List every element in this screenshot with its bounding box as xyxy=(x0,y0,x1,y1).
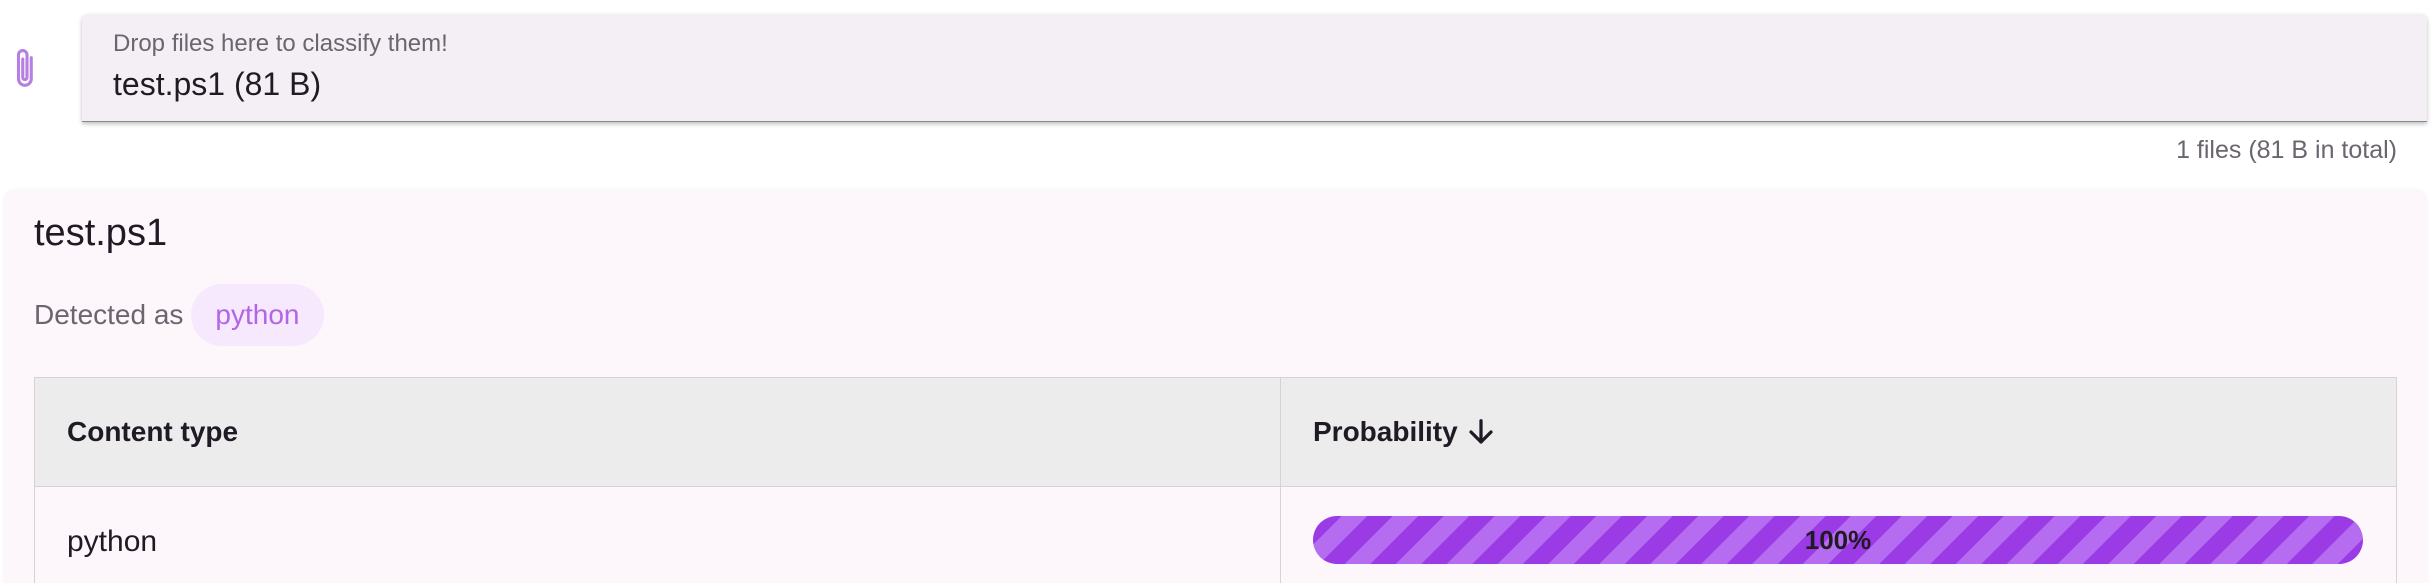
probability-cell: 100% xyxy=(1281,487,2396,583)
detected-row: Detected as python xyxy=(34,284,324,346)
drop-field-value: test.ps1 (81 B) xyxy=(113,66,322,102)
table-row: python 100% xyxy=(35,487,2396,583)
file-drop-field[interactable]: Drop files here to classify them! test.p… xyxy=(82,14,2427,122)
detected-type-chip: python xyxy=(191,284,324,346)
arrow-down-icon xyxy=(1469,419,1493,444)
probability-label: 100% xyxy=(1804,524,1872,555)
content-type-cell: python xyxy=(35,487,1281,583)
column-header-label: Probability xyxy=(1313,416,1458,447)
result-filename: test.ps1 xyxy=(34,212,168,254)
column-header-probability[interactable]: Probability xyxy=(1281,378,2396,486)
result-card: test.ps1 Detected as python Content type… xyxy=(4,190,2427,583)
detected-label: Detected as xyxy=(34,299,184,330)
column-header-label: Content type xyxy=(67,416,239,447)
paperclip-icon[interactable] xyxy=(10,46,44,92)
file-summary: 1 files (81 B in total) xyxy=(2176,136,2397,164)
probability-bar: 100% xyxy=(1313,516,2363,564)
table-header: Content type Probability xyxy=(35,378,2396,487)
column-header-content-type[interactable]: Content type xyxy=(35,378,1281,486)
page: Drop files here to classify them! test.p… xyxy=(0,0,2431,583)
drop-field-label: Drop files here to classify them! xyxy=(113,30,448,57)
probability-table: Content type Probability python 100% xyxy=(34,377,2397,583)
